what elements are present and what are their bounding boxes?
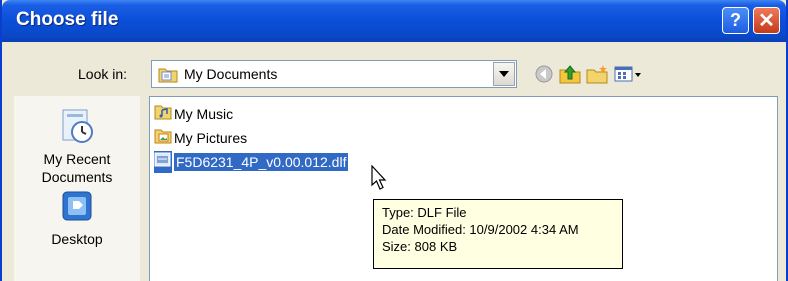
look-in-label: Look in:: [78, 66, 128, 82]
tooltip-size: Size: 808 KB: [382, 239, 458, 254]
mouse-pointer-icon: [371, 164, 389, 198]
place-label-desktop: Desktop: [51, 231, 103, 247]
view-menu-icon[interactable]: [614, 64, 642, 89]
dlf-file-icon: [154, 151, 172, 173]
file-name: My Music: [174, 106, 234, 122]
pictures-folder-icon: [154, 127, 172, 149]
title-bar[interactable]: Choose file ? ✕: [2, 0, 786, 42]
tooltip-date-modified: Date Modified: 10/9/2002 4:34 AM: [382, 222, 579, 237]
file-name: F5D6231_4P_v0.00.012.dlf: [174, 153, 349, 171]
desktop-icon: [14, 188, 140, 230]
music-folder-icon: [154, 103, 172, 125]
tooltip-type: Type: DLF File: [382, 205, 467, 220]
chevron-down-icon: [499, 71, 509, 77]
close-icon: ✕: [758, 10, 775, 32]
list-item[interactable]: My Music: [154, 103, 233, 125]
dropdown-button[interactable]: [493, 62, 515, 86]
help-button[interactable]: ?: [722, 7, 749, 34]
look-in-dropdown[interactable]: My Documents: [151, 60, 517, 88]
choose-file-dialog: Choose file ? ✕ Look in: My Documents My…: [0, 0, 788, 281]
new-folder-icon[interactable]: [586, 64, 608, 89]
dialog-title: Choose file: [16, 9, 119, 30]
my-documents-folder-icon: [158, 66, 178, 88]
up-folder-icon[interactable]: [559, 64, 581, 89]
back-icon[interactable]: [534, 64, 554, 89]
place-recent-documents[interactable]: My Recent Documents: [14, 106, 140, 186]
list-item[interactable]: My Pictures: [154, 127, 247, 149]
file-info-tooltip: Type: DLF File Date Modified: 10/9/2002 …: [373, 199, 623, 269]
help-icon: ?: [730, 10, 741, 30]
places-bar: My Recent Documents Desktop: [14, 96, 140, 281]
recent-documents-icon: [14, 106, 140, 150]
list-item[interactable]: F5D6231_4P_v0.00.012.dlf: [154, 151, 349, 173]
look-in-value: My Documents: [184, 66, 278, 82]
place-desktop[interactable]: Desktop: [14, 188, 140, 248]
file-name: My Pictures: [174, 130, 248, 146]
close-button[interactable]: ✕: [753, 7, 780, 34]
place-label-recent: My Recent Documents: [41, 151, 113, 185]
